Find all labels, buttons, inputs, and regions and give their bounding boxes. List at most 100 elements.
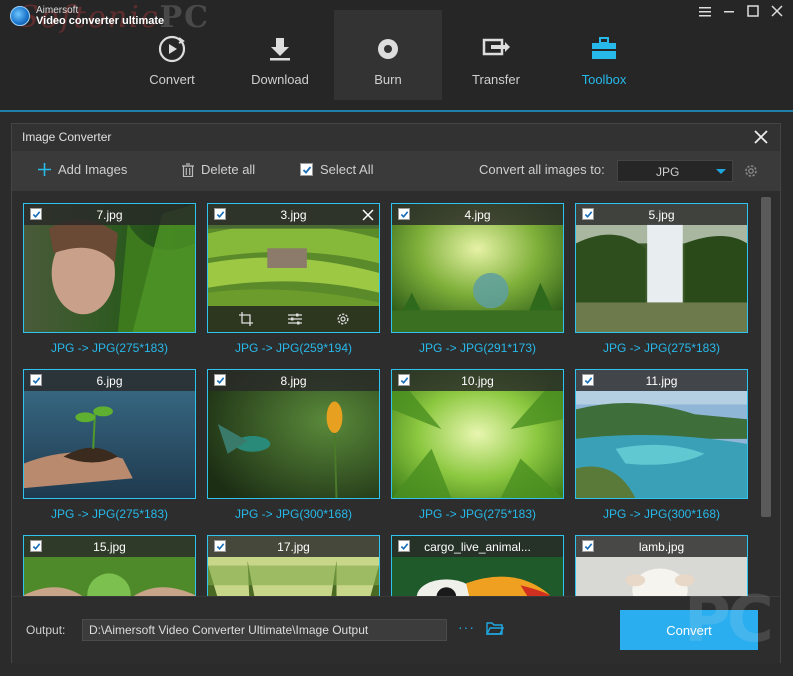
nav-transfer[interactable]: Transfer [442, 10, 550, 100]
image-card[interactable]: 5.jpg [575, 203, 748, 333]
conversion-caption: JPG -> JPG(259*194) [234, 341, 353, 355]
gear-icon[interactable] [743, 163, 759, 179]
main-nav: Convert Download Burn Transfer Toolbox [118, 10, 658, 110]
format-select[interactable]: JPG [617, 160, 733, 182]
checkbox-checked-icon[interactable] [582, 374, 594, 386]
trash-icon [182, 162, 194, 177]
nav-download-label: Download [251, 72, 309, 87]
checkbox-checked-icon[interactable] [30, 374, 42, 386]
nav-convert[interactable]: Convert [118, 10, 226, 100]
convert-all-text: Convert all images to: [479, 162, 605, 177]
conversion-caption: JPG -> JPG(300*168) [602, 507, 721, 521]
app-header: SoftonicPC Aimersoft Video converter ult… [0, 0, 793, 112]
convert-all-label: Convert all images to: [479, 162, 605, 177]
image-name: 11.jpg [645, 374, 678, 388]
menu-icon[interactable] [697, 3, 713, 19]
nav-download[interactable]: Download [226, 10, 334, 100]
browse-more-button[interactable]: ··· [458, 619, 475, 635]
dialog-footer: Output: D:\Aimersoft Video Converter Ult… [12, 596, 780, 664]
dialog-close-icon[interactable] [752, 128, 770, 146]
image-name: 3.jpg [280, 208, 307, 222]
toolbox-icon [588, 34, 620, 64]
image-name: 15.jpg [93, 540, 126, 554]
image-card[interactable]: 3.jpg [207, 203, 380, 333]
nav-burn-label: Burn [374, 72, 402, 87]
app-logo-icon [10, 6, 30, 26]
image-name: 4.jpg [464, 208, 491, 222]
scrollbar-thumb[interactable] [761, 197, 771, 517]
plus-icon [38, 163, 51, 176]
image-card[interactable]: 10.jpg [391, 369, 564, 499]
checkbox-checked-icon[interactable] [214, 540, 226, 552]
checkbox-checked-icon[interactable] [398, 208, 410, 220]
checkbox-checked-icon[interactable] [582, 540, 594, 552]
nav-toolbox-label: Toolbox [581, 72, 627, 87]
conversion-caption: JPG -> JPG(291*173) [418, 341, 537, 355]
download-icon [264, 34, 296, 64]
transfer-icon [480, 34, 512, 64]
image-name: 7.jpg [96, 208, 123, 222]
watermark: PC [684, 583, 774, 657]
image-card[interactable]: 7.jpg [23, 203, 196, 333]
nav-toolbox[interactable]: Toolbox [550, 10, 658, 100]
image-card[interactable]: 11.jpg [575, 369, 748, 499]
image-name: 6.jpg [96, 374, 123, 388]
dialog-title-bar: Image Converter [12, 124, 780, 151]
checkbox-checked-icon[interactable] [214, 208, 226, 220]
window-controls [697, 3, 785, 19]
add-images-label: Add Images [58, 162, 128, 177]
conversion-caption: JPG -> JPG(275*183) [418, 507, 537, 521]
conversion-caption: JPG -> JPG(300*168) [234, 507, 353, 521]
convert-icon [156, 34, 188, 64]
remove-image-icon[interactable] [362, 208, 374, 221]
maximize-icon[interactable] [745, 3, 761, 19]
folder-icon[interactable] [485, 621, 505, 637]
image-name: 8.jpg [280, 374, 307, 388]
checkbox-checked-icon[interactable] [30, 208, 42, 220]
image-name: 17.jpg [277, 540, 310, 554]
burn-disc-icon [372, 34, 404, 64]
image-card[interactable]: 15.jpg [23, 535, 196, 596]
image-name: 5.jpg [648, 208, 675, 222]
delete-all-button[interactable]: Delete all [182, 162, 255, 177]
select-all-label: Select All [320, 162, 374, 177]
image-card[interactable]: 4.jpg [391, 203, 564, 333]
image-converter-dialog: Image Converter Add Images Delete all Se… [11, 123, 781, 664]
image-card[interactable]: 6.jpg [23, 369, 196, 499]
checkbox-checked-icon[interactable] [398, 374, 410, 386]
checkbox-checked-icon[interactable] [30, 540, 42, 552]
checkbox-checked-icon[interactable] [582, 208, 594, 220]
card-actions [208, 306, 379, 332]
dialog-toolbar: Add Images Delete all Select All Convert… [12, 151, 780, 191]
nav-convert-label: Convert [149, 72, 195, 87]
crop-icon[interactable] [239, 312, 253, 326]
dropdown-arrow-icon [716, 169, 726, 174]
image-card[interactable]: 8.jpg [207, 369, 380, 499]
image-name: 10.jpg [461, 374, 494, 388]
format-select-value: JPG [656, 165, 680, 179]
checkbox-checked-icon[interactable] [398, 540, 410, 552]
image-grid: 7.jpg JPG -> JPG(275*183) 3.jpg JPG -> J… [12, 191, 758, 596]
image-card[interactable]: cargo_live_animal... [391, 535, 564, 596]
grid-scrollbar[interactable] [759, 191, 773, 596]
checkbox-checked-icon [300, 163, 313, 176]
adjust-icon[interactable] [288, 312, 302, 326]
image-card[interactable]: 17.jpg [207, 535, 380, 596]
minimize-icon[interactable] [721, 3, 737, 19]
add-images-button[interactable]: Add Images [38, 162, 127, 177]
nav-transfer-label: Transfer [472, 72, 520, 87]
dialog-title: Image Converter [22, 130, 112, 144]
checkbox-checked-icon[interactable] [214, 374, 226, 386]
output-label: Output: [26, 623, 66, 637]
settings-icon[interactable] [336, 312, 350, 326]
conversion-caption: JPG -> JPG(275*183) [50, 341, 169, 355]
image-name: lamb.jpg [638, 540, 685, 554]
delete-all-label: Delete all [201, 162, 256, 177]
conversion-caption: JPG -> JPG(275*183) [50, 507, 169, 521]
conversion-caption: JPG -> JPG(275*183) [602, 341, 721, 355]
close-icon[interactable] [769, 3, 785, 19]
output-path-field[interactable]: D:\Aimersoft Video Converter Ultimate\Im… [82, 619, 447, 641]
image-name: cargo_live_animal... [424, 540, 531, 554]
select-all-checkbox[interactable]: Select All [300, 162, 373, 177]
nav-burn[interactable]: Burn [334, 10, 442, 100]
